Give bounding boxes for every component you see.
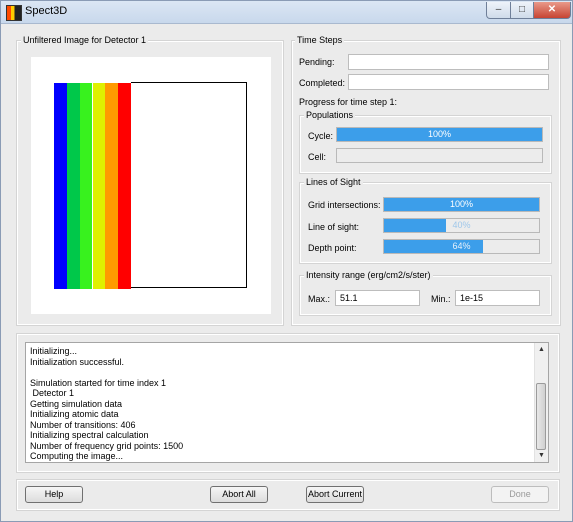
scroll-thumb[interactable] [536,383,546,450]
app-window: Spect3D – □ ✕ Unfiltered Image for Detec… [0,0,573,522]
cell-progress-bar [336,148,543,163]
depth-point-progress-bar: 64% [383,239,540,254]
close-icon[interactable]: ✕ [533,2,571,19]
lines-of-sight-title: Lines of Sight [304,177,363,187]
button-bar [16,479,560,511]
line-of-sight-progress-text: 40% [452,220,471,230]
log-output[interactable]: Initializing... Initialization successful… [25,342,549,463]
maximize-icon[interactable]: □ [510,2,534,19]
log-line: Initializing spectral calculation [30,430,149,440]
line-of-sight-label: Line of sight: [308,222,360,232]
grid-intersections-label: Grid intersections: [308,200,381,210]
log-line: Initializing... [30,346,78,356]
depth-point-progress-text: 64% [452,241,471,251]
help-button[interactable]: Help [25,486,83,503]
title-bar: Spect3D – □ ✕ [1,1,572,24]
log-lines: Initializing... Initialization successful… [26,343,548,462]
image-stripe [105,83,119,289]
image-stripe [66,83,80,289]
grid-intersections-progress-text: 100% [449,199,474,209]
detector-image-blank [131,82,247,288]
detector-image-canvas [31,57,271,314]
image-stripe [118,83,131,289]
cycle-label: Cycle: [308,131,334,141]
time-steps-title: Time Steps [295,35,345,45]
cell-label: Cell: [308,152,327,162]
min-label: Min.: [431,294,451,304]
line-of-sight-progress-bar: 40% [383,218,540,233]
grid-intersections-progress-bar: 100% [383,197,540,212]
chevron-up-icon[interactable]: ▲ [535,343,548,356]
intensity-title: Intensity range (erg/cm2/s/ster) [304,270,433,280]
pending-field [348,54,549,70]
cycle-progress-bar: 100% [336,127,543,142]
abort-all-button[interactable]: Abort All [210,486,268,503]
log-line: Number of frequency grid points: 1500 [30,440,184,451]
depth-point-label: Depth point: [308,243,357,253]
image-stripe [92,83,106,289]
done-button[interactable]: Done [491,486,549,503]
abort-current-button[interactable]: Abort Current [306,486,364,503]
log-scrollbar[interactable]: ▲ ▼ [534,343,548,462]
log-line: Getting simulation data [30,398,123,409]
min-field: 1e-15 [455,290,540,306]
chevron-down-icon[interactable]: ▼ [535,449,548,462]
pending-label: Pending: [299,57,335,67]
populations-title: Populations [304,110,356,120]
image-group-title: Unfiltered Image for Detector 1 [21,35,149,45]
cycle-progress-text: 100% [427,129,452,139]
log-line: Initialization successful. [30,356,125,367]
progress-label: Progress for time step 1: [299,97,398,107]
max-field: 51.1 [335,290,420,306]
minimize-icon[interactable]: – [486,2,511,19]
completed-label: Completed: [299,78,346,88]
log-line: Initializing atomic data [30,409,119,419]
max-label: Max.: [308,294,331,304]
log-line: Detector 1 [30,388,75,398]
detector-image-stripes [54,83,131,289]
completed-field [348,74,549,90]
log-line: Number of transitions: 406 [30,419,136,430]
image-stripe [79,83,93,289]
image-stripe [54,83,67,289]
populations-group [299,115,552,174]
window-title: Spect3D [25,5,68,17]
log-line: Computing the image... [30,451,124,461]
app-icon [6,5,22,21]
log-line: Simulation started for time index 1 [30,377,167,388]
